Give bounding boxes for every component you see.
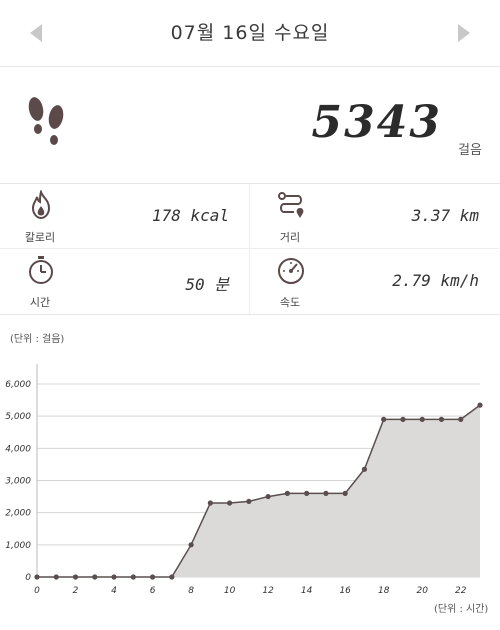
data-point bbox=[361, 466, 368, 472]
data-point bbox=[130, 574, 136, 580]
data-point bbox=[227, 500, 233, 506]
data-point bbox=[400, 416, 406, 422]
data-point bbox=[323, 490, 329, 496]
data-point bbox=[342, 490, 348, 496]
y-tick-label: 1,000 bbox=[5, 541, 31, 551]
data-point bbox=[72, 574, 79, 580]
data-point bbox=[34, 574, 40, 580]
data-point bbox=[149, 574, 156, 580]
x-tick-label: 16 bbox=[339, 586, 351, 596]
data-point bbox=[188, 542, 194, 548]
data-point bbox=[265, 493, 271, 500]
stat-distance: 거리 3.37 km bbox=[250, 184, 499, 249]
stat-distance-label: 거리 bbox=[279, 231, 301, 244]
data-point bbox=[92, 574, 98, 580]
hourly-steps-chart: 0 1,000 2,000 3,000 4,000 5,000 6,000 0 2 4 6 8 10 12… bbox=[5, 364, 483, 596]
data-point bbox=[381, 416, 387, 422]
x-tick-label: 14 bbox=[301, 586, 313, 596]
route-icon bbox=[278, 192, 304, 218]
x-tick-label: 6 bbox=[150, 586, 156, 596]
data-point bbox=[458, 416, 464, 422]
y-tick-label: 4,000 bbox=[5, 444, 31, 454]
data-point bbox=[284, 490, 290, 496]
y-tick-label: 5,000 bbox=[5, 412, 31, 422]
data-point bbox=[169, 574, 175, 580]
stopwatch-icon bbox=[29, 256, 53, 284]
data-point bbox=[53, 574, 59, 580]
x-tick-label: 2 bbox=[73, 586, 79, 596]
x-tick-label: 0 bbox=[34, 586, 40, 596]
x-tick-label: 8 bbox=[188, 586, 194, 596]
speedometer-icon bbox=[278, 258, 304, 284]
stat-time-label: 시간 bbox=[29, 296, 51, 309]
steps-area bbox=[37, 405, 480, 577]
stat-speed: 속도 2.79 km/h bbox=[250, 249, 499, 313]
date-title: 07월 16일 수요일 bbox=[170, 22, 330, 44]
footprints-icon bbox=[28, 97, 64, 145]
stat-time-value: 50 분 bbox=[185, 275, 229, 294]
data-point bbox=[246, 498, 252, 505]
steps-unit: 걸음 bbox=[458, 143, 482, 158]
stats-grid: 칼로리 178 kcal 거리 3.37 km 시간 50 분 속도 2.79 … bbox=[0, 184, 500, 315]
steps-count: 5343 bbox=[311, 97, 442, 148]
flame-icon bbox=[31, 190, 51, 220]
x-tick-label: 20 bbox=[416, 586, 428, 596]
date-header: 07월 16일 수요일 bbox=[0, 0, 500, 67]
y-tick-label: 2,000 bbox=[5, 509, 31, 519]
stat-speed-label: 속도 bbox=[279, 296, 301, 309]
stat-speed-value: 2.79 km/h bbox=[392, 271, 479, 290]
y-tick-label: 0 bbox=[25, 573, 31, 583]
data-point bbox=[111, 574, 117, 580]
x-tick-label: 10 bbox=[224, 586, 236, 596]
data-point bbox=[419, 416, 425, 422]
stat-calories-value: 178 kcal bbox=[151, 206, 229, 225]
data-point bbox=[477, 402, 483, 408]
steps-panel: 5343 걸음 bbox=[0, 67, 500, 184]
x-tick-label: 22 bbox=[455, 586, 467, 596]
data-point bbox=[207, 500, 213, 506]
next-day-button[interactable] bbox=[454, 22, 474, 44]
stat-distance-value: 3.37 km bbox=[411, 206, 479, 225]
data-point bbox=[438, 416, 445, 422]
chart-y-unit: (단위 : 걸음) bbox=[10, 334, 65, 345]
x-tick-label: 18 bbox=[378, 586, 390, 596]
y-tick-label: 3,000 bbox=[5, 477, 31, 487]
chart-x-unit: (단위 : 시간) bbox=[434, 604, 489, 615]
x-tick-label: 12 bbox=[262, 586, 274, 596]
data-point bbox=[304, 490, 310, 496]
stat-calories: 칼로리 178 kcal bbox=[0, 184, 249, 249]
stat-calories-label: 칼로리 bbox=[24, 231, 56, 244]
x-tick-label: 4 bbox=[111, 586, 117, 596]
y-tick-label: 6,000 bbox=[5, 380, 31, 390]
stat-time: 시간 50 분 bbox=[0, 249, 249, 313]
